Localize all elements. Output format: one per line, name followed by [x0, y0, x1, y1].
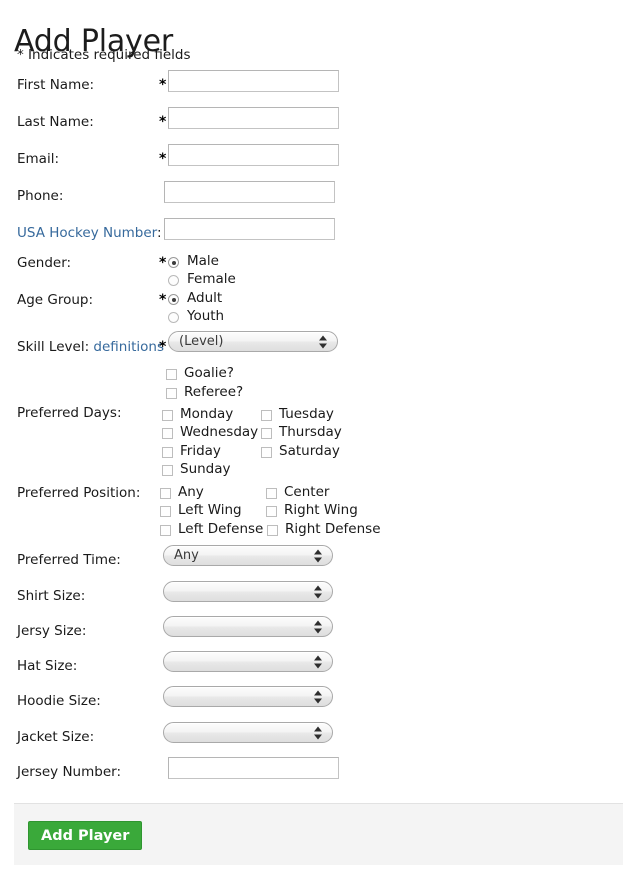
checkbox-indicator[interactable] [162, 465, 173, 476]
shirt-size-label: Shirt Size: [17, 588, 85, 604]
checkbox-indicator[interactable] [160, 525, 171, 536]
shirt-size-select[interactable] [163, 581, 333, 602]
first-name-input[interactable] [168, 70, 339, 92]
age-group-label: Age Group: [17, 292, 93, 308]
phone-input[interactable] [164, 181, 335, 203]
gender-required-marker: * [159, 256, 166, 270]
checkbox-indicator[interactable] [162, 447, 173, 458]
hoodie-size-select[interactable] [163, 686, 333, 707]
gender-option-female-label: Female [187, 271, 236, 287]
age-group-required-marker: * [159, 293, 166, 307]
checkbox-monday-label: Monday [180, 406, 233, 422]
jacket-size-select[interactable] [163, 722, 333, 743]
usa-hockey-number-link[interactable]: USA Hockey Number [17, 225, 157, 241]
select-updown-arrows-icon [314, 654, 323, 669]
checkbox-position-left-wing-label: Left Wing [178, 502, 242, 518]
checkbox-indicator[interactable] [166, 369, 177, 380]
last-name-label: Last Name: [17, 114, 94, 130]
required-fields-note: * Indicates required fields [17, 47, 191, 63]
email-label: Email: [17, 151, 59, 167]
gender-label: Gender: [17, 255, 71, 271]
first-name-label: First Name: [17, 77, 94, 93]
checkbox-position-center-label: Center [284, 484, 329, 500]
select-updown-arrows-icon [314, 689, 323, 704]
first-name-required-marker: * [159, 78, 166, 92]
jacket-size-label: Jacket Size: [17, 729, 94, 745]
skill-level-definitions-link[interactable]: definitions [93, 339, 164, 355]
skill-level-label-text: Skill Level: [17, 339, 89, 355]
gender-option-male-label: Male [187, 253, 219, 269]
jersey-number-label: Jersey Number: [17, 764, 121, 780]
hoodie-size-label: Hoodie Size: [17, 693, 101, 709]
checkbox-friday-label: Friday [180, 443, 221, 459]
checkbox-indicator[interactable] [261, 447, 272, 458]
age-group-option-adult-label: Adult [187, 290, 222, 306]
select-updown-arrows-icon [319, 334, 328, 349]
usa-hockey-number-input[interactable] [164, 218, 335, 240]
checkbox-indicator[interactable] [160, 506, 171, 517]
skill-level-required-marker: * [159, 340, 166, 354]
usa-hockey-number-label-suffix: : [157, 225, 162, 241]
checkbox-position-right-wing-label: Right Wing [284, 502, 358, 518]
checkbox-referee-label: Referee? [184, 384, 243, 400]
skill-level-select[interactable]: (Level) [168, 331, 338, 352]
usa-hockey-number-label: USA Hockey Number: [17, 225, 162, 241]
preferred-days-label: Preferred Days: [17, 405, 122, 421]
checkbox-position-any-label: Any [178, 484, 204, 500]
checkbox-indicator[interactable] [162, 410, 173, 421]
select-updown-arrows-icon [314, 619, 323, 634]
checkbox-indicator[interactable] [162, 428, 173, 439]
jersy-size-label: Jersy Size: [17, 623, 86, 639]
radio-indicator[interactable] [168, 257, 179, 268]
checkbox-position-left-defense-label: Left Defense [178, 521, 263, 537]
checkbox-indicator[interactable] [261, 428, 272, 439]
checkbox-indicator[interactable] [166, 388, 177, 399]
last-name-required-marker: * [159, 115, 166, 129]
hat-size-label: Hat Size: [17, 658, 77, 674]
form-footer: Add Player [14, 803, 623, 865]
checkbox-position-right-defense-label: Right Defense [285, 521, 381, 537]
radio-indicator[interactable] [168, 294, 179, 305]
checkbox-wednesday-label: Wednesday [180, 424, 258, 440]
preferred-time-selected-value: Any [174, 548, 199, 563]
radio-indicator[interactable] [168, 275, 179, 286]
select-updown-arrows-icon [314, 548, 323, 563]
checkbox-thursday-label: Thursday [279, 424, 342, 440]
checkbox-indicator[interactable] [266, 506, 277, 517]
checkbox-indicator[interactable] [160, 488, 171, 499]
checkbox-indicator[interactable] [261, 410, 272, 421]
checkbox-saturday-label: Saturday [279, 443, 340, 459]
jersey-number-input[interactable] [168, 757, 339, 779]
preferred-time-label: Preferred Time: [17, 552, 121, 568]
checkbox-indicator[interactable] [267, 525, 278, 536]
radio-indicator[interactable] [168, 312, 179, 323]
age-group-option-youth-label: Youth [187, 308, 224, 324]
email-required-marker: * [159, 152, 166, 166]
select-updown-arrows-icon [314, 584, 323, 599]
email-input[interactable] [168, 144, 339, 166]
checkbox-sunday-label: Sunday [180, 461, 231, 477]
jersy-size-select[interactable] [163, 616, 333, 637]
preferred-position-label: Preferred Position: [17, 485, 140, 501]
preferred-time-select[interactable]: Any [163, 545, 333, 566]
last-name-input[interactable] [168, 107, 339, 129]
checkbox-goalie-label: Goalie? [184, 365, 234, 381]
add-player-button[interactable]: Add Player [28, 821, 142, 850]
checkbox-indicator[interactable] [266, 488, 277, 499]
skill-level-selected-value: (Level) [179, 334, 223, 349]
select-updown-arrows-icon [314, 725, 323, 740]
skill-level-label: Skill Level: definitions [17, 339, 164, 355]
add-player-form-page: Add Player * Indicates required fields F… [0, 0, 623, 875]
phone-label: Phone: [17, 188, 63, 204]
checkbox-tuesday-label: Tuesday [279, 406, 334, 422]
hat-size-select[interactable] [163, 651, 333, 672]
